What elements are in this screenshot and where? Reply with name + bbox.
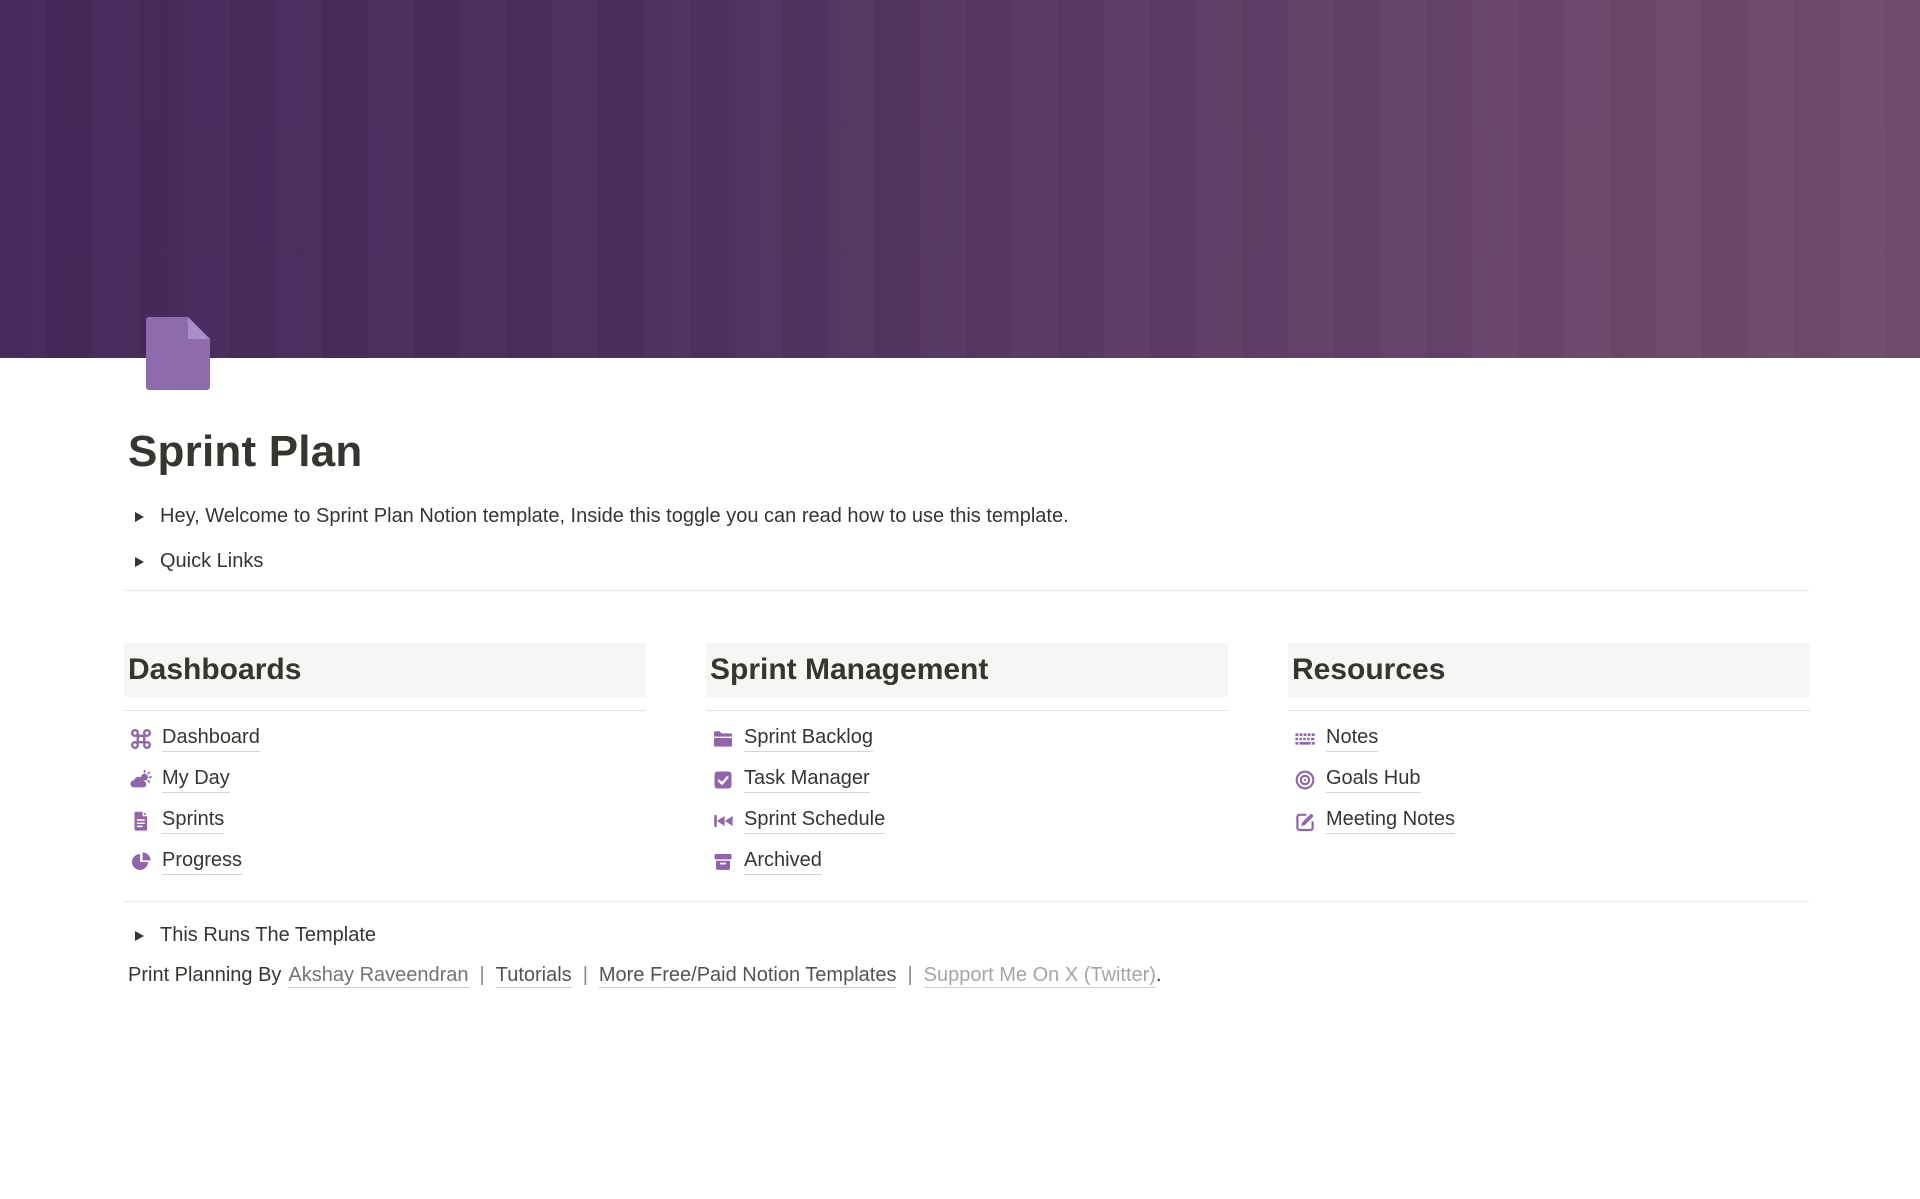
footer-suffix: . [1156, 964, 1162, 987]
target-icon [1294, 769, 1316, 791]
page-link-label[interactable]: Archived [744, 849, 822, 875]
page-link-label[interactable]: Notes [1326, 726, 1378, 752]
page-link-item[interactable]: Dashboard [124, 719, 646, 760]
edit-icon [1294, 810, 1316, 832]
footer-separator: | [907, 964, 912, 986]
page-link-item[interactable]: Archived [706, 842, 1228, 883]
page-link-item[interactable]: Goals Hub [1288, 760, 1810, 801]
page-link-label[interactable]: Goals Hub [1326, 767, 1421, 793]
page-link-label[interactable]: Dashboard [162, 726, 260, 752]
page-icon-fold [188, 317, 210, 339]
keyboard-icon [1294, 728, 1316, 750]
toggle-runs-template[interactable]: This Runs The Template [124, 916, 1810, 956]
page-icon-body [146, 317, 210, 390]
page-link-label[interactable]: Sprint Schedule [744, 808, 885, 834]
toggle-welcome[interactable]: Hey, Welcome to Sprint Plan Notion templ… [124, 497, 1810, 537]
column-heading: Resources [1288, 643, 1810, 697]
page-link-item[interactable]: My Day [124, 760, 646, 801]
page-link-item[interactable]: Task Manager [706, 760, 1228, 801]
toggle-quick-links-label: Quick Links [160, 550, 263, 573]
column-divider [706, 710, 1228, 711]
toggle-triangle-icon[interactable] [135, 557, 144, 567]
footer-link[interactable]: Akshay Raveendran [288, 964, 468, 988]
column-divider [1288, 710, 1810, 711]
divider [124, 590, 1810, 591]
page-link-item[interactable]: Notes [1288, 719, 1810, 760]
column-item-list: Dashboard My Day Sprints Progress [124, 719, 646, 883]
page-link-label[interactable]: Meeting Notes [1326, 808, 1455, 834]
rewind-icon [712, 810, 734, 832]
footer-link[interactable]: Tutorials [496, 964, 572, 988]
column-item-list: Sprint Backlog Task Manager Sprint Sched… [706, 719, 1228, 883]
page-link-label[interactable]: Task Manager [744, 767, 870, 793]
toggle-welcome-label: Hey, Welcome to Sprint Plan Notion templ… [160, 505, 1069, 528]
archive-icon [712, 851, 734, 873]
page-document-icon[interactable] [146, 317, 210, 390]
footer-separator: | [583, 964, 588, 986]
column-item-list: Notes Goals Hub Meeting Notes [1288, 719, 1810, 842]
cover-image [0, 0, 1920, 358]
pie-chart-icon [130, 851, 152, 873]
folder-icon [712, 728, 734, 750]
page-link-item[interactable]: Sprints [124, 801, 646, 842]
sun-cloud-icon [130, 769, 152, 791]
page-link-label[interactable]: Sprints [162, 808, 224, 834]
toggle-quick-links[interactable]: Quick Links [124, 542, 1810, 582]
toggle-runs-template-label: This Runs The Template [160, 924, 376, 947]
page-title: Sprint Plan [128, 426, 1810, 479]
footer-link[interactable]: More Free/Paid Notion Templates [599, 964, 897, 988]
footer-links: Akshay Raveendran | Tutorials | More Free/Pa… [288, 964, 1156, 987]
page-link-item[interactable]: Progress [124, 842, 646, 883]
page-link-item[interactable]: Sprint Backlog [706, 719, 1228, 760]
checkbox-icon [712, 769, 734, 791]
page-link-item[interactable]: Sprint Schedule [706, 801, 1228, 842]
document-icon [130, 810, 152, 832]
page-link-item[interactable]: Meeting Notes [1288, 801, 1810, 842]
divider [124, 901, 1810, 902]
footer-separator: | [480, 964, 485, 986]
footer: Print Planning By Akshay Raveendran | Tuto… [128, 956, 1810, 996]
page-content: Sprint Plan Hey, Welcome to Sprint Plan … [124, 358, 1810, 996]
column: Resources Notes Goals Hub Meeting Notes [1288, 643, 1810, 842]
toggle-triangle-icon[interactable] [135, 931, 144, 941]
page-link-label[interactable]: My Day [162, 767, 230, 793]
column: Sprint Management Sprint Backlog Task Ma… [706, 643, 1228, 883]
columns: Dashboards Dashboard My Day Sprints Prog… [124, 643, 1810, 883]
column: Dashboards Dashboard My Day Sprints Prog… [124, 643, 646, 883]
page-link-label[interactable]: Progress [162, 849, 242, 875]
footer-prefix: Print Planning By [128, 964, 281, 987]
column-heading: Dashboards [124, 643, 646, 697]
toggle-triangle-icon[interactable] [135, 512, 144, 522]
column-heading: Sprint Management [706, 643, 1228, 697]
page-link-label[interactable]: Sprint Backlog [744, 726, 873, 752]
column-divider [124, 710, 646, 711]
footer-link[interactable]: Support Me On X (Twitter) [924, 964, 1156, 988]
command-icon [130, 728, 152, 750]
